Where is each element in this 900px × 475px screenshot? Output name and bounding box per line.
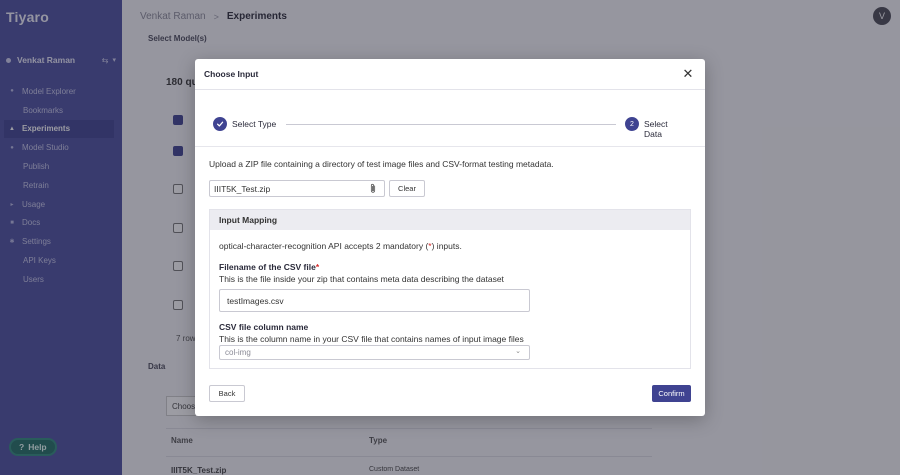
step-connector bbox=[286, 124, 616, 125]
csv-column-value: col-img bbox=[225, 348, 251, 357]
csv-column-select[interactable]: col-img ⌄ bbox=[219, 345, 530, 360]
clear-button[interactable]: Clear bbox=[389, 180, 425, 197]
input-mapping-panel: Input Mapping optical-character-recognit… bbox=[209, 209, 691, 369]
dialog-header: Choose Input ✕ bbox=[195, 59, 705, 90]
back-button[interactable]: Back bbox=[209, 385, 245, 402]
csv-filename-label: Filename of the CSV file* bbox=[219, 262, 319, 272]
step-number-badge: 2 bbox=[625, 117, 639, 131]
close-icon[interactable]: ✕ bbox=[681, 67, 695, 81]
required-star: * bbox=[315, 262, 320, 272]
mandatory-inputs-note: optical-character-recognition API accept… bbox=[219, 241, 462, 251]
paperclip-icon[interactable] bbox=[369, 183, 377, 194]
confirm-button[interactable]: Confirm bbox=[652, 385, 691, 402]
upload-instructions: Upload a ZIP file containing a directory… bbox=[209, 159, 554, 169]
chevron-down-icon: ⌄ bbox=[515, 348, 521, 355]
csv-column-description: This is the column name in your CSV file… bbox=[219, 334, 524, 344]
choose-input-dialog: Choose Input ✕ Select Type 2 Select Data… bbox=[195, 59, 705, 416]
csv-filename-description: This is the file inside your zip that co… bbox=[219, 274, 504, 284]
step-select-type-label[interactable]: Select Type bbox=[232, 119, 276, 129]
step-complete-check-icon[interactable] bbox=[213, 117, 227, 131]
stepper: Select Type 2 Select Data bbox=[213, 117, 687, 139]
dialog-title: Choose Input bbox=[204, 69, 259, 79]
dialog-divider bbox=[195, 146, 705, 147]
field-label-text: Filename of the CSV file bbox=[219, 262, 316, 272]
note-prefix: optical-character-recognition API accept… bbox=[219, 241, 429, 251]
zip-file-input[interactable]: IIIT5K_Test.zip bbox=[209, 180, 385, 197]
step-select-data-label: Select Data bbox=[644, 119, 668, 139]
csv-column-label: CSV file column name bbox=[219, 322, 309, 332]
input-mapping-heading: Input Mapping bbox=[210, 210, 690, 230]
csv-filename-input[interactable]: testImages.csv bbox=[219, 289, 530, 312]
note-suffix: ) inputs. bbox=[431, 241, 462, 251]
file-name: IIIT5K_Test.zip bbox=[214, 184, 271, 194]
